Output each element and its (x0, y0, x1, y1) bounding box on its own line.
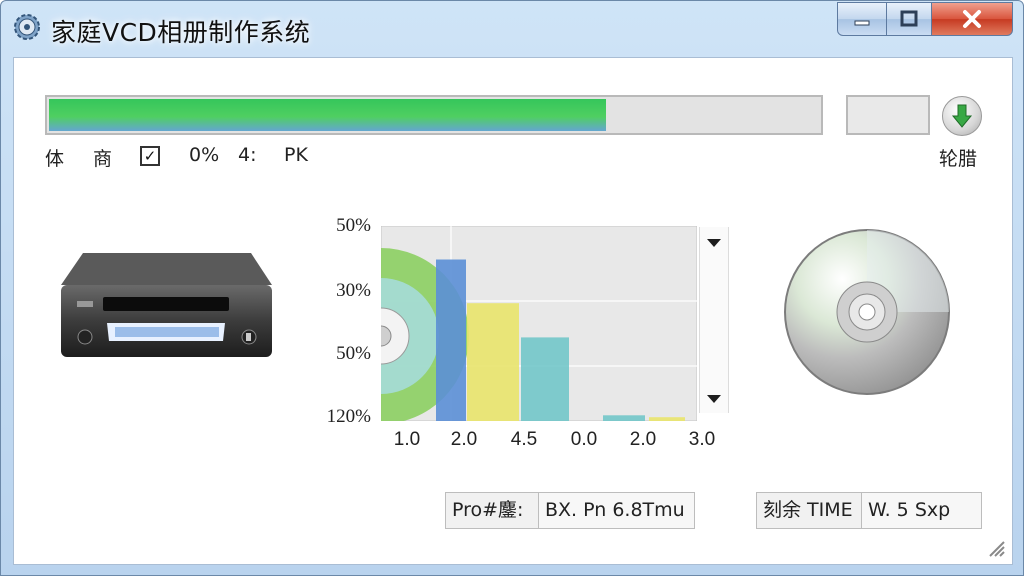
x-tick-label: 2.0 (629, 429, 657, 450)
progress-label: Pro#鏖: (445, 492, 539, 529)
x-tick-label: 1.0 (393, 429, 421, 450)
scroll-down-icon[interactable] (700, 387, 728, 411)
close-button[interactable] (931, 2, 1013, 36)
status-item-2: 商 (93, 148, 113, 170)
y-tick-label: 50% (336, 343, 371, 364)
progress-side-box (846, 95, 930, 135)
status-item-3: 0% (189, 144, 220, 166)
maximize-button[interactable] (886, 2, 932, 36)
x-tick-label: 3.0 (688, 429, 716, 450)
time-value-field: W. 5 Sxp (861, 492, 982, 529)
chart-scrollbar[interactable] (699, 227, 729, 413)
progress-value-field: BX. Pn 6.8Tmu (538, 492, 695, 529)
x-tick-label: 4.5 (510, 429, 538, 450)
window-title: 家庭VCD相册制作系统 (51, 18, 311, 47)
x-tick-label: 0.0 (570, 429, 598, 450)
minimize-icon (854, 20, 870, 26)
download-label: 轮腊 (939, 148, 978, 170)
y-tick-label: 50% (336, 215, 371, 236)
chart-area (381, 226, 697, 421)
download-arrow-icon (951, 104, 973, 128)
status-item-4: 4: (238, 144, 257, 166)
download-button[interactable] (942, 96, 982, 136)
chart-bar (467, 303, 519, 421)
maximize-icon (900, 10, 918, 27)
cd-disc-icon (784, 229, 950, 395)
chart-bar (436, 259, 466, 421)
y-tick-label: 120% (326, 406, 371, 427)
close-icon (963, 10, 981, 28)
scroll-up-icon[interactable] (700, 229, 728, 253)
y-tick-label: 30% (336, 280, 371, 301)
app-window: 家庭VCD相册制作系统 轮腊 体 商 ✓ 0% 4: PK 50% 30% 50… (0, 0, 1024, 576)
status-item-5: PK (284, 144, 308, 166)
gear-disc-icon (14, 14, 40, 40)
chart-bar (649, 417, 685, 421)
time-label: 刻余 TIME (756, 492, 862, 529)
vcd-recorder-icon (61, 253, 272, 357)
chart-bar (521, 337, 569, 421)
progress-fill (49, 99, 606, 131)
status-checkbox[interactable]: ✓ (140, 146, 160, 166)
chart-bar (603, 415, 645, 421)
title-bar[interactable]: 家庭VCD相册制作系统 (1, 1, 1023, 57)
resize-grip-icon[interactable] (986, 538, 1006, 558)
minimize-button[interactable] (837, 2, 887, 36)
progress-bar (45, 95, 823, 135)
status-item-1: 体 (45, 148, 65, 170)
x-tick-label: 2.0 (450, 429, 478, 450)
